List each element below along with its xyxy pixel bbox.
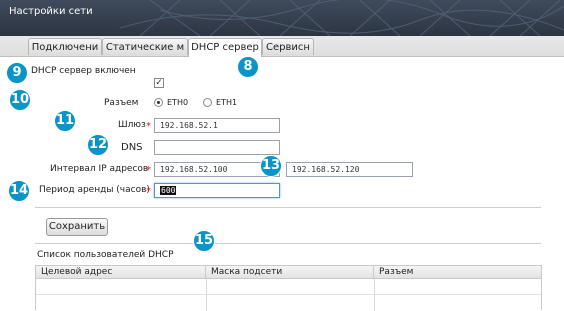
divider (35, 207, 541, 208)
dns-label: DNS (121, 142, 143, 153)
callout-badge-9: 9 (6, 62, 28, 84)
window-title: Настройки сети (9, 6, 93, 17)
ip-range-required-marker: * (146, 165, 151, 176)
gateway-required-marker: * (146, 121, 151, 132)
callout-badge-15: 15 (193, 230, 215, 252)
tab-connections[interactable]: Подключени (28, 38, 102, 55)
dns-input[interactable] (154, 140, 280, 155)
lease-period-value: 600 (160, 186, 177, 195)
divider (35, 243, 541, 244)
ip-range-end-input[interactable]: 192.168.52.120 (286, 162, 413, 177)
port-radio-eth0[interactable] (154, 98, 163, 107)
tab-static-routes[interactable]: Статические м (102, 38, 188, 55)
callout-badge-11: 11 (54, 110, 76, 132)
port-option-eth0-label: ETH0 (167, 98, 189, 107)
gateway-input[interactable]: 192.168.52.1 (154, 118, 280, 133)
column-header-subnet-mask[interactable]: Маска подсети (206, 266, 374, 279)
lease-required-marker: * (146, 186, 151, 197)
callout-badge-12: 12 (87, 134, 109, 156)
tab-service[interactable]: Сервисн (262, 38, 314, 55)
column-divider (374, 279, 375, 311)
lease-period-input[interactable]: 600 (154, 183, 280, 198)
save-button[interactable]: Сохранить (46, 218, 108, 236)
port-option-eth1-label: ETH1 (216, 98, 238, 107)
dhcp-users-title: Список пользователей DHCP (37, 250, 174, 260)
dhcp-users-table: Целевой адрес Маска подсети Разъем (35, 265, 542, 311)
window-titlebar: Настройки сети (0, 0, 564, 36)
gateway-label: Шлюз (118, 120, 146, 130)
tab-dhcp-server[interactable]: DHCP сервер (188, 38, 262, 57)
column-divider (206, 279, 207, 311)
lease-period-label: Период аренды (часов) (39, 185, 150, 195)
table-row (36, 294, 541, 295)
callout-badge-10: 10 (9, 89, 31, 111)
column-header-target-address[interactable]: Целевой адрес (36, 266, 206, 279)
dhcp-enabled-label: DHCP сервер включен (31, 66, 136, 76)
ip-range-label: Интервал IP адресов (50, 164, 149, 174)
dhcp-enabled-checkbox[interactable]: ✓ (154, 78, 164, 88)
checkmark-icon: ✓ (155, 78, 163, 88)
port-label: Разъем (104, 98, 139, 108)
callout-badge-14: 14 (8, 180, 30, 202)
callout-badge-8: 8 (237, 56, 259, 78)
column-header-port[interactable]: Разъем (374, 266, 541, 279)
port-radio-eth1[interactable] (203, 98, 212, 107)
callout-badge-13: 13 (260, 155, 282, 177)
